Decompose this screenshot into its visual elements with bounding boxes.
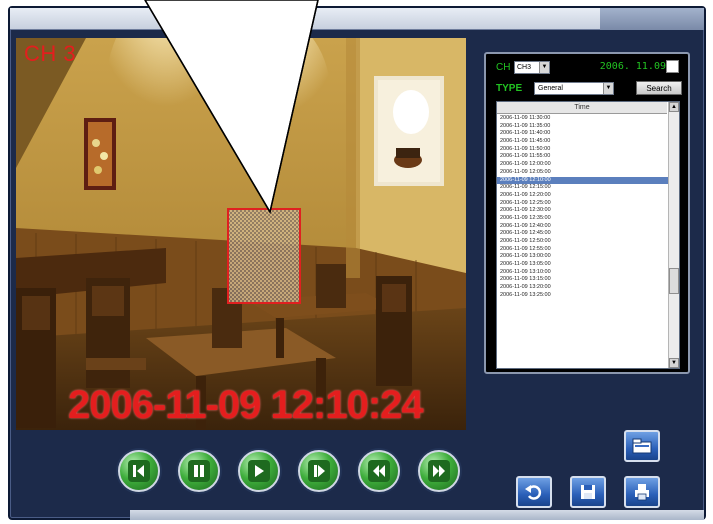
channel-overlay-label: CH 3 — [24, 41, 77, 66]
channel-select-value: CH3 — [517, 63, 532, 71]
undo-icon — [525, 485, 542, 500]
undo-button[interactable] — [516, 476, 552, 508]
type-label: TYPE — [496, 82, 523, 94]
list-item[interactable]: 2006-11-09 12:05:00 — [497, 169, 669, 177]
video-view[interactable]: CH 3 2006-11-09 12:10:24 — [16, 38, 466, 430]
channel-select[interactable]: CH3 ▼ — [514, 60, 550, 74]
list-item[interactable]: 2006-11-09 11:40:00 — [497, 130, 669, 138]
chevron-down-icon[interactable]: ▼ — [539, 61, 549, 73]
search-button[interactable]: Search — [636, 81, 682, 95]
print-button[interactable] — [624, 476, 660, 508]
scroll-up-icon[interactable]: ▲ — [669, 102, 679, 112]
list-item[interactable]: 2006-11-09 12:30:00 — [497, 207, 669, 215]
list-items: 2006-11-09 11:30:00 2006-11-09 11:35:00 20… — [497, 115, 669, 300]
fast-forward-button[interactable] — [418, 450, 460, 492]
type-select[interactable]: General ▼ — [534, 81, 614, 95]
scroll-down-icon[interactable]: ▼ — [669, 358, 679, 368]
list-item[interactable]: 2006-11-09 12:50:00 — [497, 238, 669, 246]
list-item[interactable]: 2006-11-09 12:55:00 — [497, 246, 669, 254]
list-item[interactable]: 2006-11-09 12:35:00 — [497, 215, 669, 223]
list-item[interactable]: 2006-11-09 11:45:00 — [497, 138, 669, 146]
save-button[interactable] — [570, 476, 606, 508]
list-item[interactable]: 2006-11-09 12:00:00 — [497, 161, 669, 169]
fast-forward-icon — [433, 465, 445, 477]
pause-button[interactable] — [178, 450, 220, 492]
list-item[interactable]: 2006-11-09 11:50:00 — [497, 146, 669, 154]
chevron-down-icon[interactable]: ▼ — [603, 82, 613, 94]
printer-icon — [635, 484, 649, 501]
list-item[interactable]: 2006-11-09 13:20:00 — [497, 284, 669, 292]
open-folder-button[interactable] — [624, 430, 660, 462]
floppy-disk-icon — [581, 485, 595, 499]
bottom-bar — [130, 510, 704, 520]
date-display[interactable]: 2006. 11.09 — [594, 60, 666, 73]
channel-label: CH — [496, 61, 511, 73]
list-item[interactable]: 2006-11-09 13:25:00 — [497, 292, 669, 300]
folder-icon — [632, 438, 652, 454]
list-item[interactable]: 2006-11-09 12:15:00 — [497, 184, 669, 192]
list-header: Time — [497, 102, 667, 114]
list-item[interactable]: 2006-11-09 13:00:00 — [497, 253, 669, 261]
rewind-button[interactable] — [358, 450, 400, 492]
list-scrollbar[interactable]: ▲ ▼ — [668, 102, 679, 368]
rewind-icon — [373, 465, 385, 477]
title-bar-right — [600, 8, 704, 30]
play-icon — [255, 465, 264, 477]
list-item[interactable]: 2006-11-09 13:10:00 — [497, 269, 669, 277]
list-item[interactable]: 2006-11-09 12:45:00 — [497, 230, 669, 238]
list-item[interactable]: 2006-11-09 11:55:00 — [497, 153, 669, 161]
step-forward-button[interactable] — [298, 450, 340, 492]
list-item[interactable]: 2006-11-09 12:10:00 — [497, 176, 669, 185]
type-select-value: General — [538, 84, 563, 92]
list-item[interactable]: 2006-11-09 13:05:00 — [497, 261, 669, 269]
camera-scene — [16, 38, 466, 430]
play-button[interactable] — [238, 450, 280, 492]
list-item[interactable]: 2006-11-09 12:20:00 — [497, 192, 669, 200]
calendar-button[interactable] — [666, 60, 679, 73]
list-item[interactable]: 2006-11-09 11:30:00 — [497, 115, 669, 123]
pause-icon — [194, 465, 204, 477]
list-item[interactable]: 2006-11-09 13:15:00 — [497, 276, 669, 284]
timestamp-overlay: 2006-11-09 12:10:24 — [68, 383, 424, 427]
search-panel: CH CH3 ▼ 2006. 11.09 TYPE General ▼ Sear… — [484, 52, 690, 374]
scroll-thumb[interactable] — [669, 268, 679, 294]
list-item[interactable]: 2006-11-09 12:25:00 — [497, 200, 669, 208]
step-back-icon — [133, 465, 144, 477]
step-forward-icon — [314, 465, 325, 477]
list-item[interactable]: 2006-11-09 11:35:00 — [497, 123, 669, 131]
recording-list[interactable]: Time 2006-11-09 11:30:00 2006-11-09 11:35… — [496, 101, 680, 369]
step-back-button[interactable] — [118, 450, 160, 492]
list-item[interactable]: 2006-11-09 12:40:00 — [497, 223, 669, 231]
